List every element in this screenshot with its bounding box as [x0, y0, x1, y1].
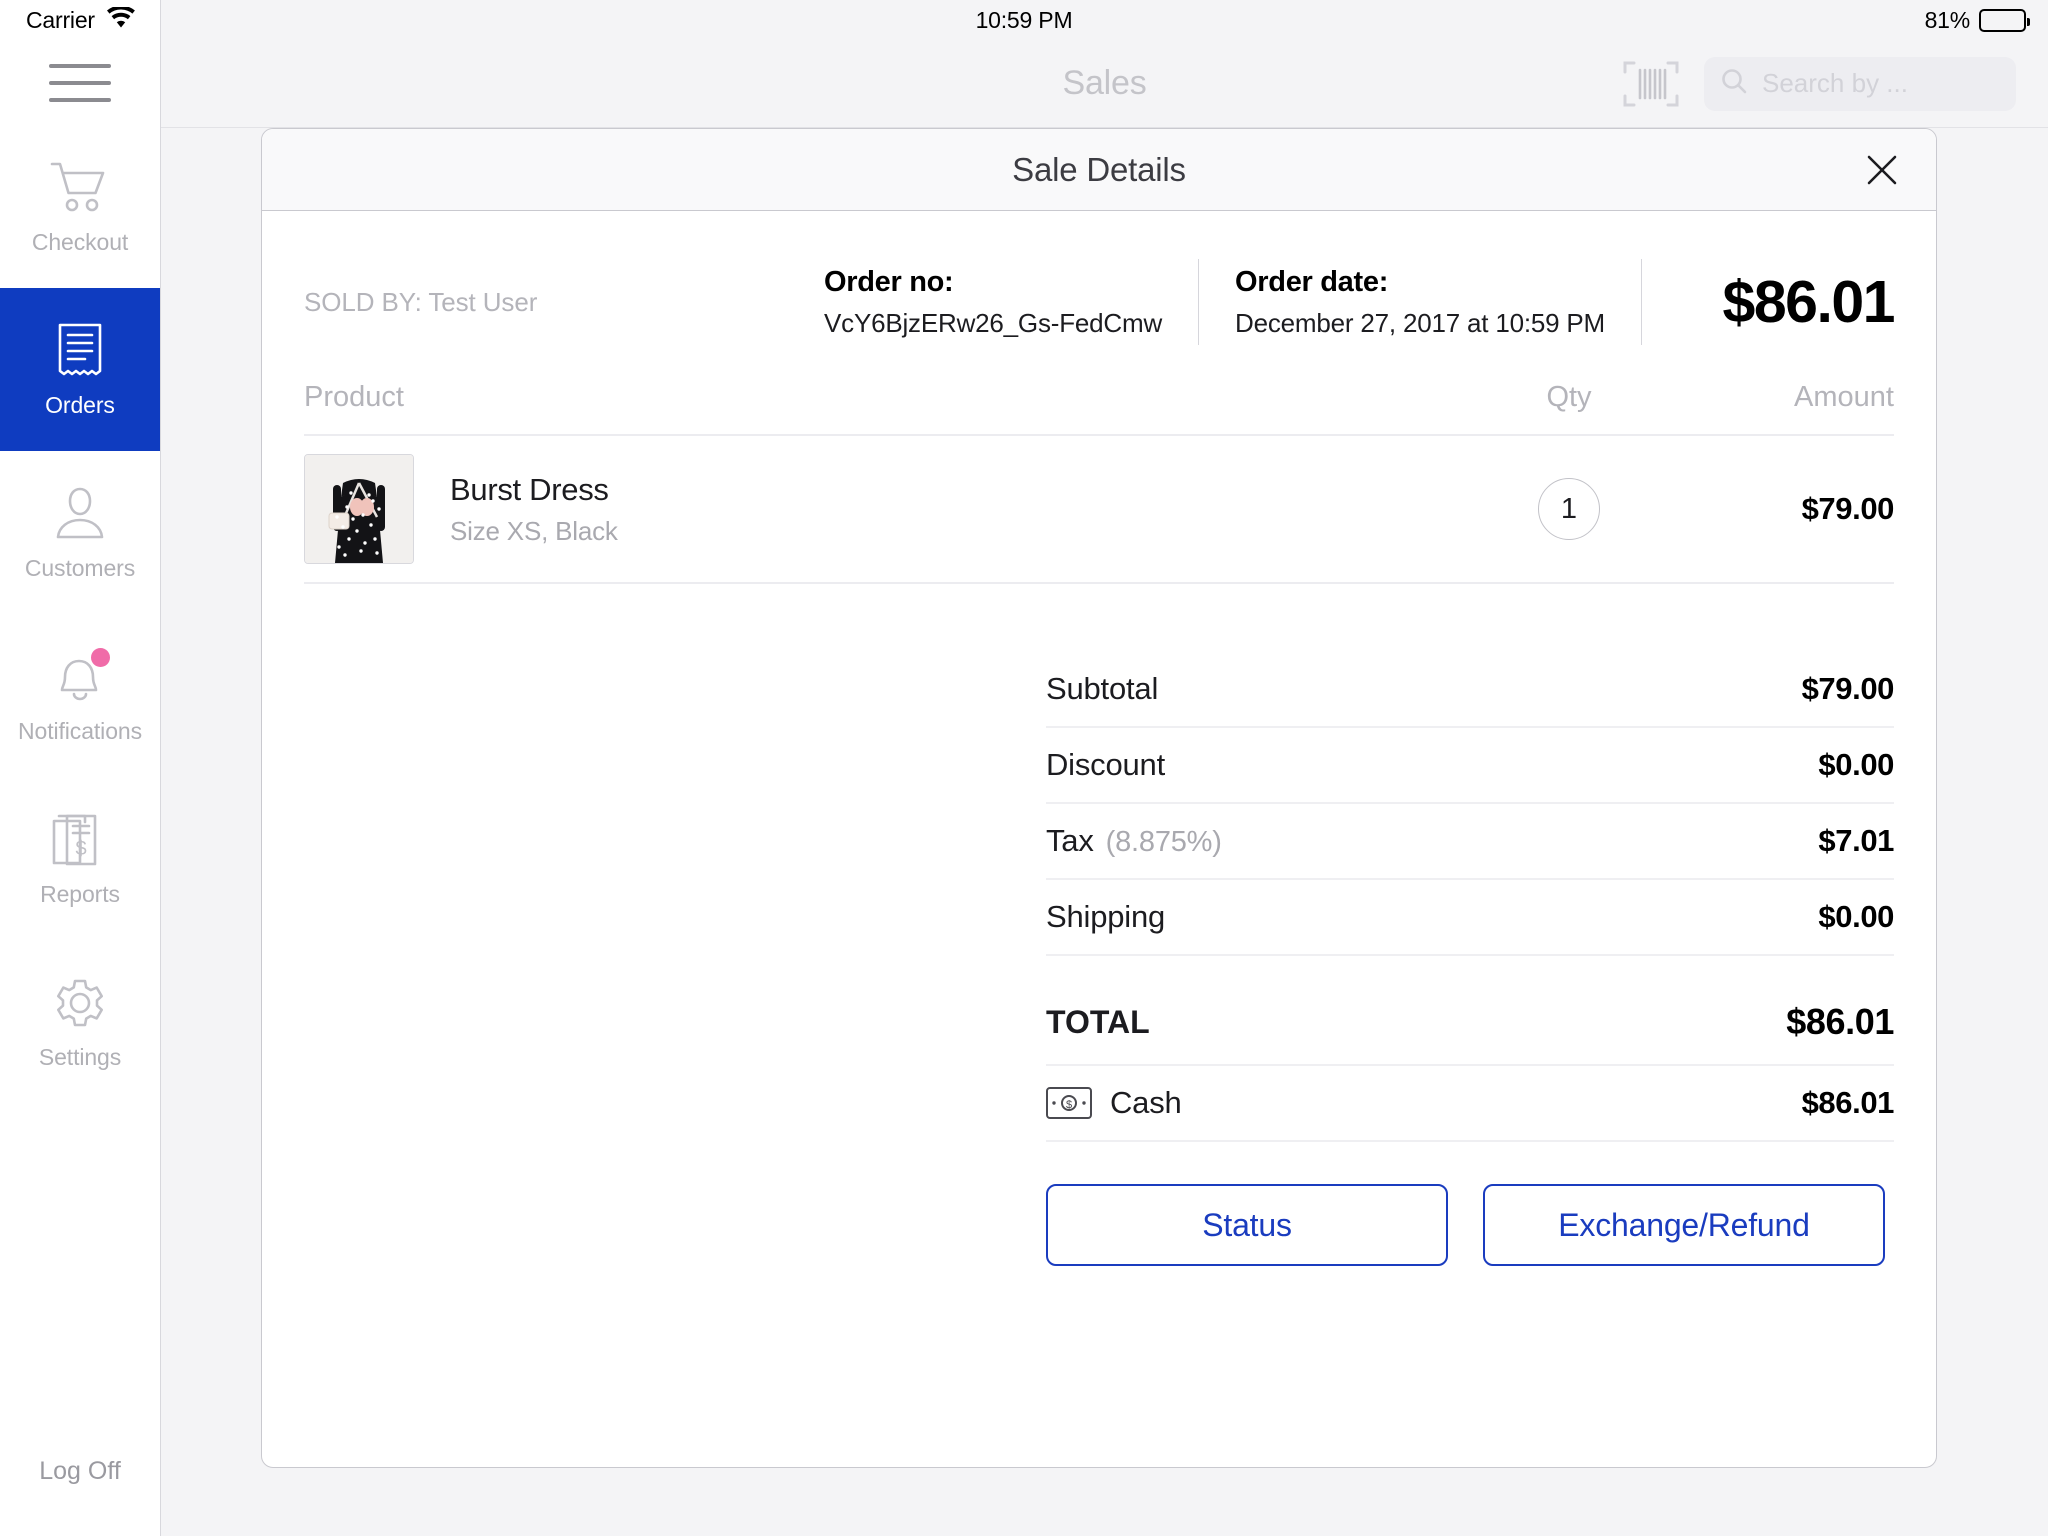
- receipt-icon: [48, 320, 112, 382]
- order-date-value: December 27, 2017 at 10:59 PM: [1235, 307, 1606, 338]
- top-navbar: Sales: [161, 40, 2048, 128]
- total-label: TOTAL: [1046, 1003, 1150, 1040]
- order-summary-row: SOLD BY: Test User Order no: VcY6BjzERw2…: [304, 211, 1896, 381]
- subtotal-label: Subtotal: [1046, 671, 1159, 706]
- sidebar-item-label: Orders: [45, 392, 115, 418]
- hamburger-bar: [49, 97, 111, 102]
- pos-app-window: Carrier Checkout Orders Customers Notifi…: [0, 0, 2048, 1536]
- exchange-refund-button[interactable]: Exchange/Refund: [1483, 1184, 1885, 1266]
- svg-text:$: $: [75, 838, 86, 860]
- carrier-label: Carrier: [26, 6, 95, 33]
- person-icon: [48, 483, 112, 545]
- tax-rate: (8.875%): [1105, 826, 1222, 858]
- log-off-button[interactable]: Log Off: [0, 1406, 160, 1536]
- column-header-qty: Qty: [1546, 381, 1592, 413]
- status-bar-time: 10:59 PM: [975, 6, 1073, 33]
- modal-title: Sale Details: [1012, 150, 1186, 188]
- sidebar-item-customers[interactable]: Customers: [0, 451, 160, 614]
- sidebar-item-orders[interactable]: Orders: [0, 288, 160, 451]
- product-qty-cell: 1: [1474, 478, 1664, 540]
- divider: [1641, 259, 1643, 345]
- gear-icon: [48, 972, 112, 1034]
- sold-by-label: SOLD BY: Test User: [304, 286, 538, 317]
- tax-label-group: Tax (8.875%): [1046, 823, 1222, 859]
- product-amount: $79.00: [1801, 491, 1895, 526]
- product-qty-badge: 1: [1538, 478, 1600, 540]
- sidebar-item-settings[interactable]: Settings: [0, 940, 160, 1103]
- order-grand-total: $86.01: [1722, 269, 1896, 335]
- modal-actions: Status Exchange/Refund: [1046, 1184, 1894, 1266]
- status-bar-right: 81%: [1924, 0, 2030, 40]
- battery-icon: [1979, 8, 2030, 32]
- tax-value: $7.01: [1818, 823, 1894, 858]
- subtotal-value: $79.00: [1801, 671, 1895, 706]
- divider: [1198, 259, 1200, 345]
- product-info: Burst Dress Size XS, Black: [414, 472, 1474, 547]
- sidebar-item-label: Notifications: [18, 718, 142, 744]
- column-header-amount: Amount: [1794, 381, 1894, 413]
- totals-section: Subtotal $79.00 Discount $0.00 Tax (8.87…: [1046, 652, 1894, 1266]
- order-date-block: Order date: December 27, 2017 at 10:59 P…: [1235, 266, 1641, 339]
- discount-label: Discount: [1046, 747, 1166, 782]
- close-icon[interactable]: [1858, 146, 1906, 194]
- shopping-cart-icon: [48, 157, 112, 219]
- hamburger-bar: [49, 63, 111, 68]
- totals-row-subtotal: Subtotal $79.00: [1046, 652, 1894, 728]
- status-button[interactable]: Status: [1046, 1184, 1448, 1266]
- order-date-label: Order date:: [1235, 265, 1389, 298]
- product-name: Burst Dress: [450, 471, 609, 507]
- table-row[interactable]: Burst Dress Size XS, Black 1 $79.00: [304, 436, 1894, 584]
- order-number-value: VcY6BjzERw26_Gs-FedCmw: [824, 307, 1163, 338]
- product-thumbnail: [304, 454, 414, 564]
- total-value: $86.01: [1786, 1001, 1894, 1042]
- payment-method-group: $ Cash: [1046, 1085, 1182, 1121]
- sidebar-item-label: Settings: [38, 1044, 122, 1070]
- notification-badge: [91, 648, 110, 667]
- bell-icon: [48, 646, 112, 708]
- status-bar: 10:59 PM 81%: [161, 0, 2048, 40]
- products-table-header: Product Qty Amount: [304, 381, 1894, 436]
- cash-icon: $: [1046, 1087, 1092, 1119]
- totals-row-total: TOTAL $86.01: [1046, 980, 1894, 1066]
- totals-row-discount: Discount $0.00: [1046, 728, 1894, 804]
- sidebar-item-reports[interactable]: $ Reports: [0, 777, 160, 940]
- sidebar-nav: Checkout Orders Customers Notifications …: [0, 125, 160, 1103]
- totals-row-shipping: Shipping $0.00: [1046, 880, 1894, 956]
- battery-percent-label: 81%: [1924, 6, 1971, 33]
- sidebar-item-checkout[interactable]: Checkout: [0, 125, 160, 288]
- sidebar: Carrier Checkout Orders Customers Notifi…: [0, 0, 161, 1536]
- sidebar-item-label: Customers: [24, 555, 136, 581]
- product-variant: Size XS, Black: [450, 515, 618, 546]
- payment-method-label: Cash: [1110, 1085, 1182, 1120]
- status-bar-left: Carrier: [0, 0, 160, 40]
- menu-button-container[interactable]: [0, 40, 160, 125]
- order-number-label: Order no:: [824, 265, 954, 298]
- order-number-block: Order no: VcY6BjzERw26_Gs-FedCmw: [824, 266, 1198, 339]
- hamburger-bar: [49, 80, 111, 85]
- totals-row-tax: Tax (8.875%) $7.01: [1046, 804, 1894, 880]
- shipping-value: $0.00: [1818, 899, 1894, 934]
- shipping-label: Shipping: [1046, 899, 1166, 934]
- tax-label: Tax: [1046, 823, 1094, 858]
- main-column: 10:59 PM 81% Sales Search by ... Sale De…: [161, 0, 2048, 1536]
- payment-row: $ Cash $86.01: [1046, 1066, 1894, 1142]
- sidebar-item-label: Checkout: [31, 229, 129, 255]
- modal-body: SOLD BY: Test User Order no: VcY6BjzERw2…: [262, 211, 1936, 1467]
- svg-text:$: $: [1066, 1099, 1072, 1111]
- documents-dollar-icon: $: [48, 809, 112, 871]
- sale-details-modal: Sale Details SOLD BY: Test User Order no: [261, 128, 1937, 1468]
- hamburger-icon[interactable]: [49, 63, 111, 102]
- modal-header: Sale Details: [262, 129, 1936, 211]
- column-header-product: Product: [304, 381, 404, 413]
- discount-value: $0.00: [1818, 747, 1894, 782]
- page-title: Sales: [1062, 64, 1147, 102]
- sidebar-item-label: Reports: [40, 881, 120, 907]
- wifi-icon: [106, 5, 135, 33]
- sidebar-item-notifications[interactable]: Notifications: [0, 614, 160, 777]
- content-area: Sale Details SOLD BY: Test User Order no: [161, 128, 2048, 1536]
- payment-amount: $86.01: [1801, 1085, 1895, 1120]
